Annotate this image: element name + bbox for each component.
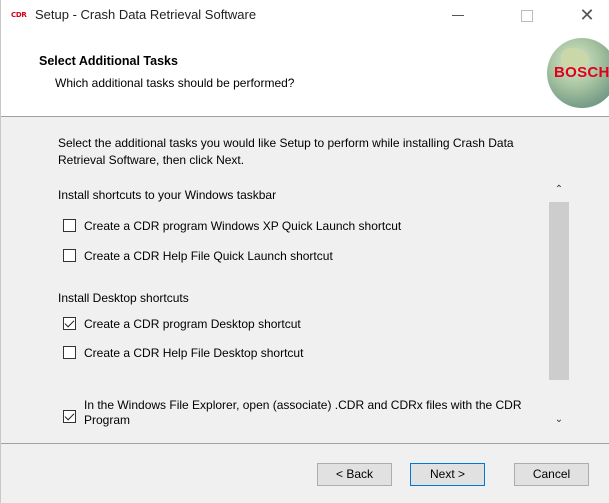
title-bar[interactable]: CDR Setup - Crash Data Retrieval Softwar…	[1, 0, 609, 31]
task-checkbox[interactable]	[63, 317, 76, 330]
task-label: Create a CDR program Desktop shortcut	[84, 317, 301, 331]
bosch-logo: BOSCH	[554, 64, 609, 81]
window-title: Setup - Crash Data Retrieval Software	[35, 7, 257, 22]
next-button[interactable]: Next >	[410, 463, 485, 486]
footer-divider	[1, 443, 609, 444]
app-logo-icon: CDR	[11, 10, 29, 20]
close-icon: ✕	[579, 5, 595, 26]
cancel-button[interactable]: Cancel	[514, 463, 589, 486]
task-checkbox[interactable]	[63, 249, 76, 262]
task-label: Create a CDR Help File Quick Launch shor…	[84, 249, 333, 263]
page-subtitle: Which additional tasks should be perform…	[55, 76, 295, 90]
task-label: In the Windows File Explorer, open (asso…	[84, 398, 522, 427]
group-label-taskbar: Install shortcuts to your Windows taskba…	[58, 188, 277, 202]
minimize-icon	[452, 15, 464, 16]
wizard-header: Select Additional Tasks Which additional…	[1, 31, 609, 117]
close-button[interactable]: ✕	[564, 0, 609, 31]
tasks-scrollbar[interactable]: ⌃ ⌄	[549, 180, 569, 430]
scroll-up-icon[interactable]: ⌃	[549, 180, 569, 200]
intro-text: Select the additional tasks you would li…	[58, 136, 514, 167]
task-checkbox[interactable]	[63, 346, 76, 359]
maximize-button[interactable]	[504, 0, 550, 31]
task-label: Create a CDR Help File Desktop shortcut	[84, 346, 304, 360]
app-logo-text: CDR	[11, 11, 27, 19]
tasks-list: Install shortcuts to your Windows taskba…	[55, 180, 545, 430]
setup-window: CDR Setup - Crash Data Retrieval Softwar…	[0, 0, 609, 503]
task-label: Create a CDR program Windows XP Quick La…	[84, 219, 402, 233]
group-label-desktop: Install Desktop shortcuts	[58, 291, 189, 305]
maximize-icon	[521, 9, 533, 22]
page-title: Select Additional Tasks	[39, 54, 178, 68]
minimize-button[interactable]	[435, 0, 481, 31]
scroll-down-icon[interactable]: ⌄	[549, 410, 569, 430]
task-checkbox[interactable]	[63, 410, 76, 423]
task-checkbox[interactable]	[63, 219, 76, 232]
scroll-thumb[interactable]	[549, 202, 569, 380]
back-button[interactable]: < Back	[317, 463, 392, 486]
